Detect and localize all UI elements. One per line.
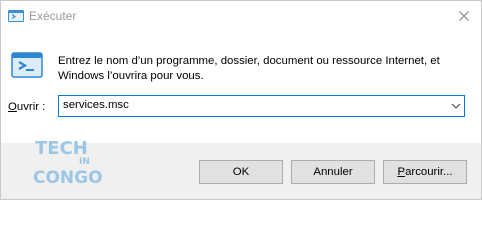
run-dialog: Exécuter Entrez le nom d’un programme, d… bbox=[0, 0, 482, 200]
browse-accelerator: P bbox=[397, 166, 406, 178]
watermark-line-2: IN bbox=[79, 157, 90, 167]
window-title: Exécuter bbox=[29, 9, 77, 23]
watermark-line-1: TECH bbox=[35, 138, 88, 159]
run-app-icon bbox=[8, 10, 24, 22]
chevron-down-icon[interactable] bbox=[451, 101, 461, 111]
instructions-text: Entrez le nom d’un programme, dossier, d… bbox=[58, 55, 440, 82]
open-label-text: uvrir : bbox=[16, 101, 46, 113]
watermark-line-3: CONGO bbox=[33, 168, 103, 188]
open-label: Ouvrir : bbox=[8, 101, 45, 113]
browse-label: arcourir... bbox=[405, 166, 453, 178]
title-bar: Exécuter bbox=[1, 1, 481, 31]
browse-button[interactable]: Parcourir... bbox=[383, 160, 467, 184]
close-button[interactable] bbox=[447, 1, 481, 31]
cancel-button[interactable]: Annuler bbox=[291, 160, 375, 184]
open-combobox[interactable]: services.msc bbox=[58, 95, 465, 117]
open-label-accelerator: O bbox=[8, 101, 17, 113]
ok-button[interactable]: OK bbox=[199, 160, 283, 184]
watermark-logo: TECH IN CONGO bbox=[33, 138, 103, 188]
open-input[interactable]: services.msc bbox=[63, 99, 129, 111]
run-icon bbox=[11, 52, 43, 78]
close-icon bbox=[459, 11, 469, 21]
